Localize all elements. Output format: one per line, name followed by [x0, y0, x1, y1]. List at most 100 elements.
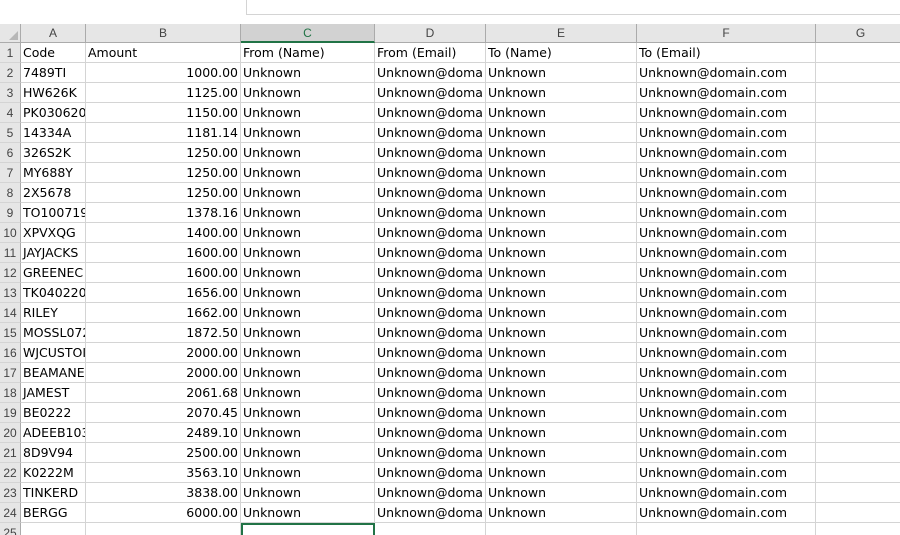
table-cell[interactable]: Unknown	[486, 143, 637, 163]
table-cell[interactable]: Unknown	[241, 343, 375, 363]
table-cell[interactable]: Unknown	[241, 363, 375, 383]
table-cell[interactable]: Unknown@doma	[375, 63, 486, 83]
table-cell[interactable]	[816, 223, 900, 243]
table-cell[interactable]: 3838.00	[86, 483, 241, 503]
table-cell[interactable]: 1250.00	[86, 183, 241, 203]
table-cell[interactable]: Unknown@doma	[375, 303, 486, 323]
row-header-17[interactable]: 17	[0, 363, 21, 383]
table-cell[interactable]: Unknown	[486, 223, 637, 243]
table-cell[interactable]: Unknown	[241, 483, 375, 503]
table-cell[interactable]: Unknown@doma	[375, 283, 486, 303]
row-header-18[interactable]: 18	[0, 383, 21, 403]
table-cell[interactable]: Unknown@domain.com	[637, 263, 816, 283]
table-cell[interactable]: Unknown@doma	[375, 83, 486, 103]
table-cell[interactable]: Unknown	[486, 203, 637, 223]
table-cell[interactable]: Unknown@doma	[375, 223, 486, 243]
table-cell[interactable]: 14334A	[21, 123, 86, 143]
table-cell[interactable]: 1125.00	[86, 83, 241, 103]
row-header-6[interactable]: 6	[0, 143, 21, 163]
table-cell[interactable]: Unknown@doma	[375, 203, 486, 223]
table-cell[interactable]: 1378.16	[86, 203, 241, 223]
table-cell[interactable]: Unknown@doma	[375, 123, 486, 143]
table-cell[interactable]: Unknown	[241, 303, 375, 323]
table-cell[interactable]: Unknown@doma	[375, 103, 486, 123]
table-cell[interactable]: 1250.00	[86, 143, 241, 163]
table-cell[interactable]: Unknown	[241, 283, 375, 303]
table-cell[interactable]: Unknown@doma	[375, 243, 486, 263]
table-cell[interactable]: Unknown	[486, 83, 637, 103]
row-header-1[interactable]: 1	[0, 43, 21, 63]
header-cell-a[interactable]: Code	[21, 43, 86, 63]
table-cell[interactable]: Unknown	[241, 163, 375, 183]
table-cell[interactable]: BEAMANE	[21, 363, 86, 383]
table-cell[interactable]: 2500.00	[86, 443, 241, 463]
table-cell[interactable]: Unknown	[241, 403, 375, 423]
table-cell[interactable]	[816, 303, 900, 323]
table-cell[interactable]: Unknown@domain.com	[637, 123, 816, 143]
table-cell[interactable]: Unknown	[241, 63, 375, 83]
table-cell[interactable]: Unknown	[241, 203, 375, 223]
column-header-b[interactable]: B	[86, 24, 241, 43]
row-header-21[interactable]: 21	[0, 443, 21, 463]
table-cell[interactable]: 1150.00	[86, 103, 241, 123]
table-cell[interactable]: 1600.00	[86, 263, 241, 283]
table-cell[interactable]: Unknown@domain.com	[637, 163, 816, 183]
table-cell[interactable]: Unknown	[241, 323, 375, 343]
row-header-25[interactable]: 25	[0, 523, 21, 535]
table-cell[interactable]: 8D9V94	[21, 443, 86, 463]
table-cell[interactable]: Unknown	[486, 163, 637, 183]
table-cell[interactable]: Unknown	[241, 463, 375, 483]
row-header-10[interactable]: 10	[0, 223, 21, 243]
table-cell[interactable]: WJCUSTOI	[21, 343, 86, 363]
table-cell[interactable]: 1600.00	[86, 243, 241, 263]
table-cell[interactable]: 7489TI	[21, 63, 86, 83]
table-cell[interactable]: Unknown	[241, 183, 375, 203]
table-cell[interactable]	[816, 443, 900, 463]
row-header-22[interactable]: 22	[0, 463, 21, 483]
row-header-19[interactable]: 19	[0, 403, 21, 423]
table-cell[interactable]: Unknown	[486, 323, 637, 343]
row-header-20[interactable]: 20	[0, 423, 21, 443]
table-cell[interactable]	[816, 463, 900, 483]
table-cell[interactable]: 1250.00	[86, 163, 241, 183]
table-cell[interactable]	[816, 403, 900, 423]
table-cell[interactable]: Unknown	[486, 63, 637, 83]
table-cell[interactable]: Unknown@doma	[375, 423, 486, 443]
table-cell[interactable]: Unknown	[486, 343, 637, 363]
table-cell[interactable]: Unknown	[486, 243, 637, 263]
table-cell[interactable]: Unknown	[241, 83, 375, 103]
row-header-7[interactable]: 7	[0, 163, 21, 183]
header-cell-g[interactable]	[816, 43, 900, 63]
row-header-13[interactable]: 13	[0, 283, 21, 303]
table-cell[interactable]: Unknown	[486, 283, 637, 303]
table-cell[interactable]: Unknown	[486, 483, 637, 503]
table-cell[interactable]: Unknown@domain.com	[637, 203, 816, 223]
column-header-a[interactable]: A	[21, 24, 86, 43]
table-cell[interactable]	[486, 523, 637, 535]
table-cell[interactable]: 2489.10	[86, 423, 241, 443]
table-cell[interactable]: Unknown	[486, 103, 637, 123]
table-cell[interactable]: 1872.50	[86, 323, 241, 343]
table-cell[interactable]: Unknown@domain.com	[637, 483, 816, 503]
table-cell[interactable]	[816, 483, 900, 503]
row-header-23[interactable]: 23	[0, 483, 21, 503]
table-cell[interactable]: Unknown	[486, 263, 637, 283]
table-cell[interactable]: Unknown	[241, 503, 375, 523]
row-header-8[interactable]: 8	[0, 183, 21, 203]
column-header-c[interactable]: C	[241, 24, 375, 43]
table-cell[interactable]: GREENEC	[21, 263, 86, 283]
spreadsheet-grid[interactable]: A B C D E F G 1 2 3 4 5 6 7 8 9 10 11 12 13 14 15 16 17 18 19 20 21…	[0, 24, 900, 535]
table-cell[interactable]	[816, 63, 900, 83]
table-cell[interactable]	[816, 523, 900, 535]
table-cell[interactable]	[816, 143, 900, 163]
table-cell[interactable]: BERGG	[21, 503, 86, 523]
table-cell[interactable]	[816, 503, 900, 523]
table-cell[interactable]: XPVXQG	[21, 223, 86, 243]
row-header-4[interactable]: 4	[0, 103, 21, 123]
table-cell[interactable]: Unknown@domain.com	[637, 363, 816, 383]
table-cell[interactable]: Unknown@doma	[375, 443, 486, 463]
table-cell[interactable]: MOSSL072	[21, 323, 86, 343]
table-cell[interactable]	[816, 263, 900, 283]
table-cell[interactable]: PK030620I	[21, 103, 86, 123]
table-cell[interactable]: Unknown@domain.com	[637, 423, 816, 443]
